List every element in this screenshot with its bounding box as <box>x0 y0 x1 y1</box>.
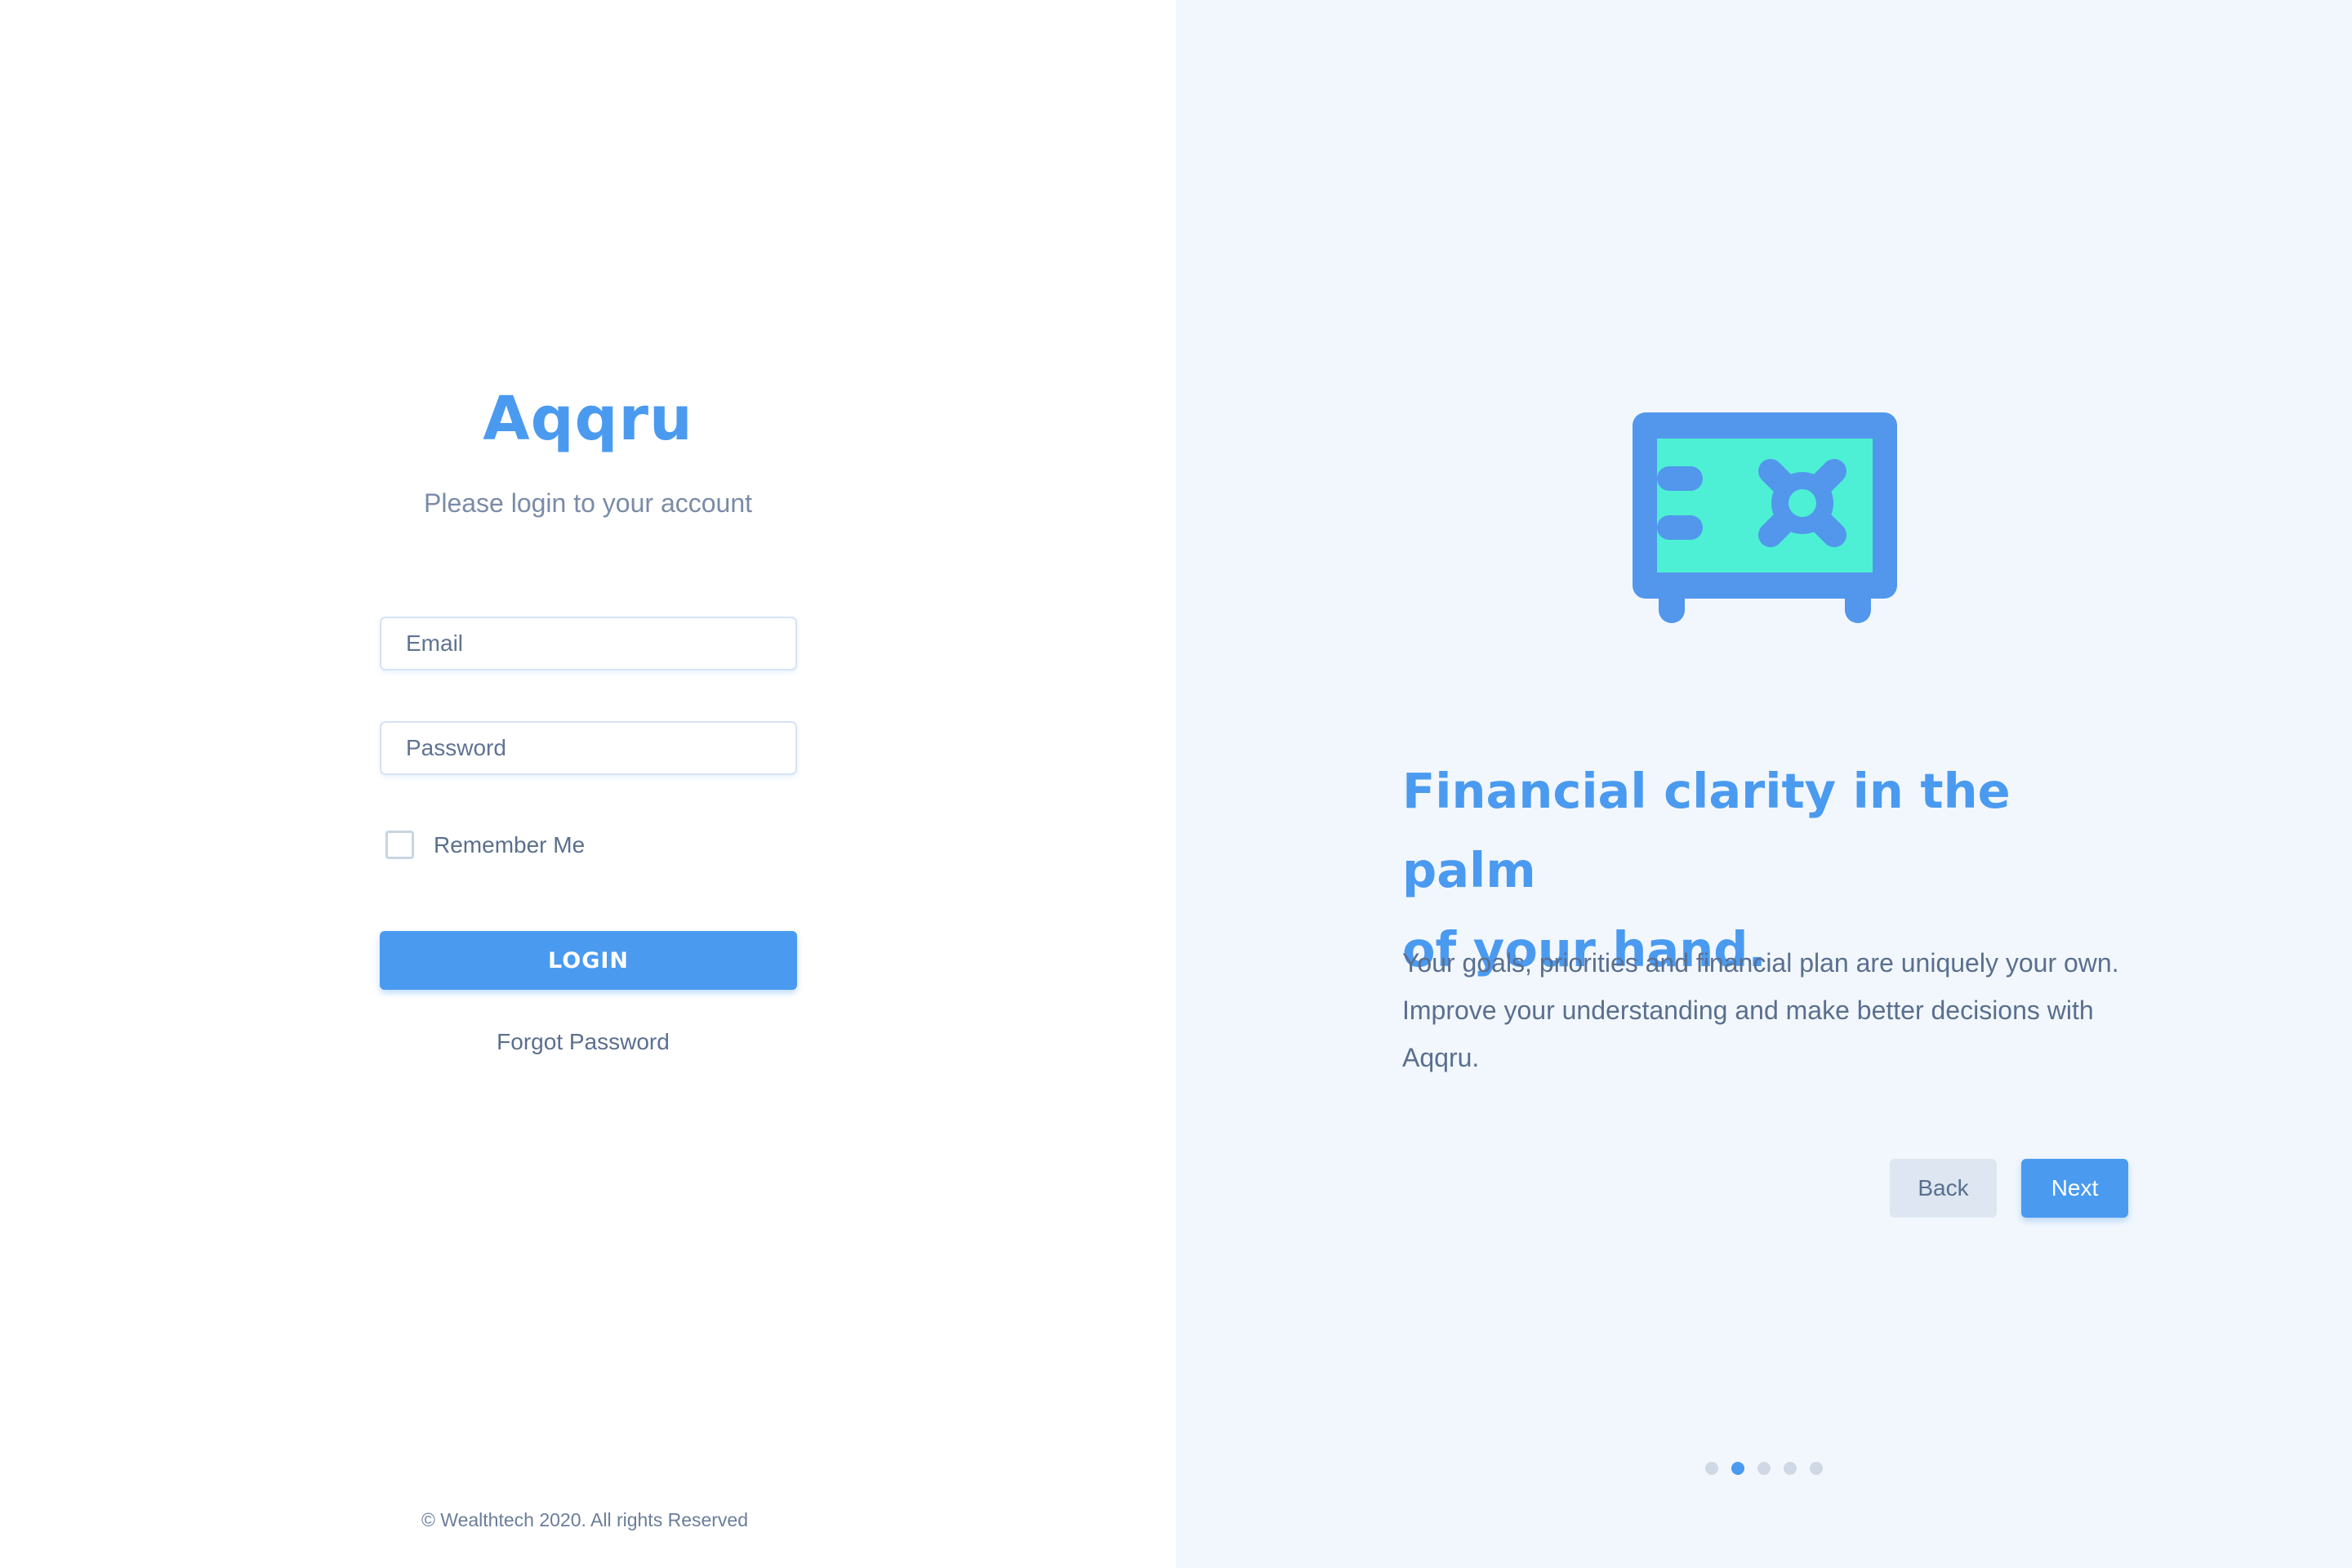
safe-panel <box>1657 439 1873 572</box>
description-line-2: Improve your understanding and make bett… <box>1402 996 2094 1072</box>
forgot-password-link[interactable]: Forgot Password <box>0 1029 1166 1055</box>
login-page: Aqqru Please login to your account Remem… <box>0 0 2352 1568</box>
carousel-pagination <box>1176 1462 2352 1475</box>
brand-logo: Aqqru <box>483 384 693 454</box>
login-subtitle: Please login to your account <box>423 488 753 518</box>
safe-vault-icon <box>1633 412 1897 623</box>
login-button[interactable]: LOGIN <box>380 931 797 990</box>
description-line-1: Your goals, priorities and financial pla… <box>1402 948 2119 978</box>
email-field[interactable] <box>380 617 797 670</box>
carousel-dot[interactable] <box>1757 1462 1771 1475</box>
copyright-footer: © Wealthtech 2020. All rights Reserved <box>421 1509 749 1530</box>
safe-hinge-top <box>1657 466 1703 491</box>
back-button[interactable]: Back <box>1890 1159 1997 1218</box>
carousel-dot[interactable] <box>1784 1462 1797 1475</box>
carousel-dot[interactable] <box>1731 1462 1744 1475</box>
headline-line-1: Financial clarity in the palm <box>1402 763 2011 898</box>
onboarding-panel: Financial clarity in the palm of your ha… <box>1176 0 2352 1568</box>
remember-me-checkbox[interactable] <box>385 831 414 859</box>
login-panel: Aqqru Please login to your account Remem… <box>0 0 1176 1568</box>
carousel-dot[interactable] <box>1810 1462 1823 1475</box>
remember-me-label: Remember Me <box>434 831 586 858</box>
remember-me-row[interactable]: Remember Me <box>385 831 585 859</box>
carousel-dot[interactable] <box>1705 1462 1718 1475</box>
next-button[interactable]: Next <box>2021 1159 2128 1218</box>
safe-hinge-bottom <box>1657 515 1703 540</box>
password-field[interactable] <box>380 721 797 775</box>
safe-dial <box>1758 459 1846 547</box>
onboarding-description: Your goals, priorities and financial pla… <box>1402 939 2137 1081</box>
